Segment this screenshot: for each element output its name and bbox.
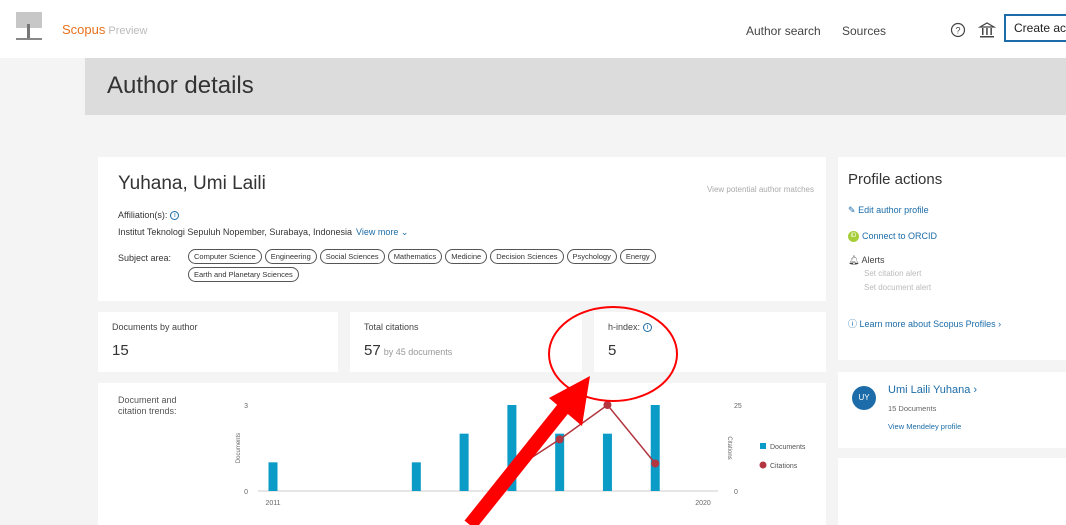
scopus-brand[interactable]: Scopus Preview — [62, 22, 148, 37]
learn-more-link[interactable]: ⓘ Learn more about Scopus Profiles › — [848, 317, 1001, 330]
set-document-alert-link[interactable]: Set document alert — [864, 283, 931, 292]
document-bar — [459, 433, 469, 491]
view-more-link[interactable]: View more ⌄ — [356, 227, 408, 237]
brand-sub: Preview — [108, 25, 148, 37]
arrow-right-icon: › — [998, 319, 1002, 329]
top-bar: Scopus Preview Author search Sources ? Cr… — [0, 0, 1066, 58]
y-left-axis-label: Documents — [236, 433, 242, 463]
y-right-axis-label: Citations — [726, 436, 732, 459]
legend-citations-label: Citations — [770, 463, 798, 470]
h-index-label: h-index: i — [608, 322, 653, 333]
document-bar — [650, 405, 660, 491]
affiliation-label: Affiliation(s): i — [118, 210, 180, 221]
citation-point — [555, 435, 564, 444]
set-citation-alert-link[interactable]: Set citation alert — [864, 269, 921, 278]
nav-sources[interactable]: Sources — [842, 24, 886, 38]
affiliation-label-text: Affiliation(s): — [118, 210, 168, 220]
legend-documents-label: Documents — [770, 444, 806, 451]
profile-actions-title: Profile actions — [848, 171, 943, 188]
citations-value: 57 by 45 documents — [364, 342, 452, 359]
y-right-tick-label: 25 — [734, 403, 742, 410]
subject-area-label: Subject area: — [118, 253, 172, 263]
edit-user-icon: ✎ — [848, 205, 856, 215]
x-tick-label: 2020 — [695, 500, 711, 507]
document-bar — [602, 433, 612, 491]
create-account-button[interactable]: Create account — [1004, 14, 1066, 42]
help-icon[interactable]: ? — [950, 22, 966, 38]
nav-author-search[interactable]: Author search — [746, 24, 821, 38]
orcid-icon: iD — [848, 231, 859, 243]
subject-chips: Computer Science Engineering Social Scie… — [188, 249, 748, 282]
arrow-right-icon: › — [973, 384, 978, 396]
mendeley-name-link[interactable]: Umi Laili Yuhana › — [888, 384, 977, 396]
document-bar — [268, 462, 278, 491]
document-bar — [507, 405, 517, 491]
subject-chip[interactable]: Medicine — [445, 249, 488, 264]
author-name: Yuhana, Umi Laili — [118, 173, 266, 194]
subject-chip[interactable]: Social Sciences — [319, 249, 385, 264]
subject-chip[interactable]: Mathematics — [387, 249, 443, 264]
mendeley-profile-link[interactable]: View Mendeley profile — [888, 422, 961, 431]
documents-label: Documents by author — [112, 322, 198, 332]
side-card-empty — [838, 458, 1066, 525]
info-icon[interactable]: i — [643, 323, 653, 333]
alerts-label: 🔔︎ Alerts — [848, 255, 884, 266]
y-left-tick-label: 3 — [244, 403, 248, 410]
h-index-metric[interactable]: h-index: i 5 — [594, 312, 826, 372]
orcid-link[interactable]: iD Connect to ORCID — [848, 231, 938, 243]
trend-card: Document and citation trends: 3 0 Document… — [98, 383, 826, 525]
profile-actions-card: Profile actions ✎ Edit author profile iD… — [838, 157, 1066, 360]
documents-metric[interactable]: Documents by author 15 — [98, 312, 338, 372]
trend-chart: 3 0 Documents 25 0 Citations 2011 2020 Documents… — [236, 401, 806, 507]
info-icon: ⓘ — [848, 319, 858, 329]
subject-chip[interactable]: Psychology — [566, 249, 617, 264]
subject-chip[interactable]: Computer Science — [188, 249, 262, 264]
learn-more-text: Learn more about Scopus Profiles — [859, 319, 996, 329]
citations-sub: by 45 documents — [383, 347, 453, 357]
subject-chip[interactable]: Earth and Planetary Sciences — [188, 267, 299, 282]
alerts-text: Alerts — [861, 255, 885, 265]
y-left-tick-label: 0 — [244, 489, 248, 496]
affiliation: Institut Teknologi Sepuluh Nopember, Sur… — [118, 227, 408, 238]
citations-label: Total citations — [364, 322, 419, 332]
page-title: Author details — [107, 72, 254, 99]
citations-metric[interactable]: Total citations 57 by 45 documents — [350, 312, 582, 372]
citation-point — [651, 459, 660, 468]
edit-profile-link[interactable]: ✎ Edit author profile — [848, 205, 929, 216]
subject-chip[interactable]: Energy — [619, 249, 656, 264]
citation-point — [603, 401, 612, 409]
mendeley-name: Umi Laili Yuhana — [888, 384, 971, 396]
affiliation-text: Institut Teknologi Sepuluh Nopember, Sur… — [118, 227, 352, 237]
h-index-label-text: h-index: — [608, 322, 641, 332]
author-card: Yuhana, Umi Laili View potential author … — [98, 157, 826, 301]
subject-chip[interactable]: Engineering — [264, 249, 317, 264]
orcid-text: Connect to ORCID — [862, 231, 938, 241]
h-index-value: 5 — [608, 342, 617, 359]
potential-matches-link[interactable]: View potential author matches — [707, 185, 814, 194]
documents-value: 15 — [112, 342, 129, 359]
document-bar — [411, 462, 421, 491]
edit-profile-text: Edit author profile — [858, 205, 929, 215]
svg-text:?: ? — [955, 26, 960, 36]
info-icon[interactable]: i — [170, 211, 180, 221]
x-tick-label: 2011 — [265, 500, 280, 507]
y-right-tick-label: 0 — [734, 489, 738, 496]
citations-line — [511, 403, 656, 471]
mendeley-card: UY Umi Laili Yuhana › 15 Documents View … — [838, 372, 1066, 448]
mendeley-docs: 15 Documents — [888, 404, 937, 413]
avatar: UY — [852, 386, 876, 410]
brand-name: Scopus — [62, 22, 106, 37]
legend-citations-swatch — [759, 461, 767, 469]
elsevier-logo-icon[interactable] — [12, 10, 48, 42]
legend-documents-swatch — [760, 443, 766, 449]
chevron-down-icon: ⌄ — [400, 227, 409, 237]
institution-icon[interactable] — [978, 21, 996, 39]
citation-point — [507, 466, 516, 475]
citations-number: 57 — [364, 342, 381, 359]
page-title-bar: Author details — [85, 58, 1066, 115]
bell-icon: 🔔︎ — [848, 255, 860, 265]
subject-chip[interactable]: Decision Sciences — [490, 249, 564, 264]
view-more-text: View more — [356, 227, 399, 237]
